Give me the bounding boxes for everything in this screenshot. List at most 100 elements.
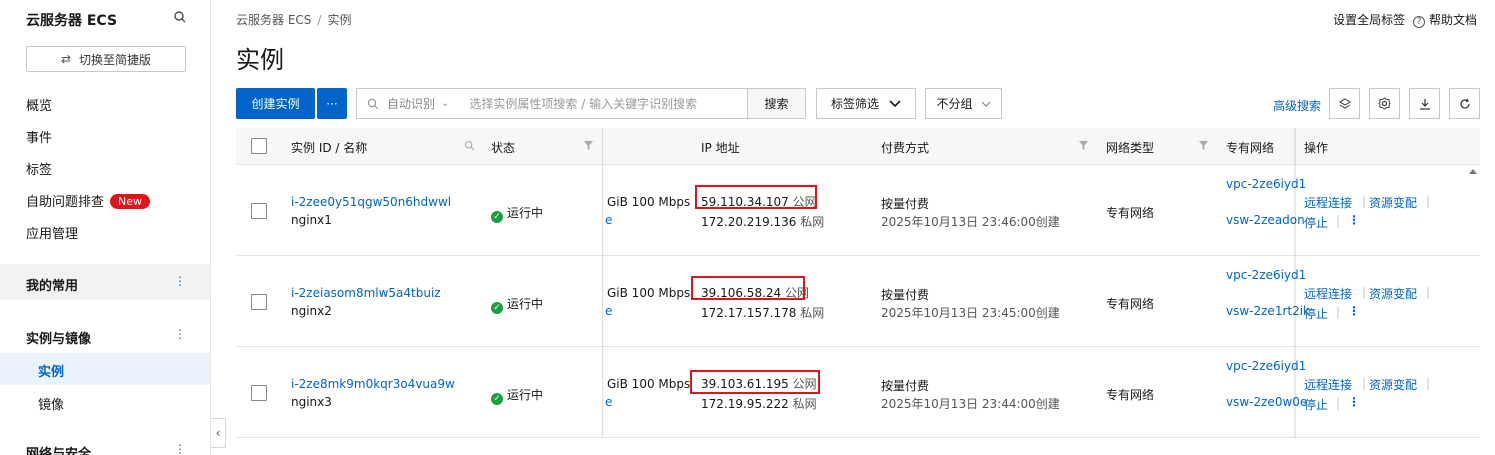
- billing-method: 按量付费: [881, 288, 930, 302]
- more-vertical-icon[interactable]: ⋮: [174, 442, 186, 455]
- advanced-search-link[interactable]: 高级搜索: [1273, 97, 1321, 114]
- created-time: 2025年10月13日 23:46:00创建: [881, 215, 1060, 229]
- filter-icon[interactable]: [1078, 140, 1089, 151]
- sidebar-group-network-security[interactable]: 网络与安全: [26, 443, 91, 455]
- divider: |: [1426, 194, 1431, 208]
- status-text: 运行中: [507, 206, 544, 220]
- global-tags-link[interactable]: 设置全局标签: [1333, 11, 1405, 28]
- status-badge: ✓ 运行中: [491, 295, 543, 314]
- layers-icon: [1338, 97, 1351, 109]
- more-vertical-icon[interactable]: ⋮: [1348, 304, 1360, 318]
- sidebar-title: 云服务器 ECS: [26, 13, 118, 29]
- highlight-box: [690, 370, 820, 394]
- remote-connect-link[interactable]: 远程连接: [1304, 376, 1352, 393]
- remote-connect-link[interactable]: 远程连接: [1304, 194, 1352, 211]
- stop-link[interactable]: 停止: [1304, 214, 1328, 231]
- frozen-column-shadow: [602, 128, 604, 438]
- column-id-name: 实例 ID / 名称: [291, 141, 368, 155]
- sidebar-item-tags[interactable]: 标签: [26, 159, 52, 178]
- search-icon[interactable]: [173, 10, 187, 24]
- network-type: 专有网络: [1106, 388, 1155, 402]
- resource-change-link[interactable]: 资源变配: [1369, 285, 1417, 302]
- search-icon[interactable]: [464, 140, 475, 151]
- stop-link[interactable]: 停止: [1304, 305, 1328, 322]
- search-placeholder: 选择实例属性项搜索 / 输入关键字识别搜索: [469, 97, 698, 111]
- private-ip: 172.20.219.136 私网: [701, 213, 824, 230]
- frozen-column-shadow: [1293, 128, 1296, 438]
- group-by-label: 不分组: [936, 97, 973, 111]
- resource-change-link[interactable]: 资源变配: [1369, 376, 1417, 393]
- column-status: 状态: [491, 141, 516, 155]
- sidebar-item-label: 实例: [38, 365, 65, 380]
- instance-id-link[interactable]: i-2ze8mk9m0kqr3o4vua9w: [291, 377, 455, 391]
- breadcrumb: 云服务器 ECS / 实例: [236, 11, 351, 28]
- row-checkbox[interactable]: [251, 385, 267, 401]
- help-link[interactable]: ? 帮助文档: [1413, 11, 1477, 28]
- spec-text: GiB 100 Mbps: [607, 195, 691, 209]
- more-vertical-icon[interactable]: ⋮: [1348, 395, 1360, 409]
- instance-id-link[interactable]: i-2zee0y51qgw50n6hdwwl: [291, 195, 451, 209]
- spec-link[interactable]: e: [605, 395, 612, 409]
- spec-text: GiB 100 Mbps: [607, 377, 691, 391]
- filter-icon[interactable]: [583, 140, 594, 151]
- refresh-icon: [1459, 98, 1470, 109]
- search-icon: [367, 98, 379, 109]
- divider: |: [1362, 285, 1367, 299]
- instance-id-link[interactable]: i-2zeiasom8mlw5a4tbuiz: [291, 286, 441, 300]
- sidebar-item-app-management[interactable]: 应用管理: [26, 223, 78, 242]
- more-vertical-icon[interactable]: ⋮: [174, 274, 186, 288]
- row-checkbox[interactable]: [251, 203, 267, 219]
- chevron-down-icon: [889, 99, 901, 107]
- spec-link[interactable]: e: [605, 213, 612, 227]
- search-input[interactable]: 自动识别 ⌄ 选择实例属性项搜索 / 输入关键字识别搜索: [356, 88, 748, 119]
- more-vertical-icon[interactable]: ⋮: [174, 327, 186, 341]
- vertical-scrollbar[interactable]: [1466, 165, 1480, 438]
- spec-link[interactable]: e: [605, 304, 612, 318]
- collapse-sidebar-button[interactable]: ‹: [211, 418, 226, 448]
- search-mode-select[interactable]: 自动识别: [387, 95, 435, 112]
- tag-filter-dropdown[interactable]: 标签筛选: [816, 88, 916, 119]
- column-billing: 付费方式: [881, 141, 930, 155]
- sidebar-item-events[interactable]: 事件: [26, 127, 52, 146]
- column-actions: 操作: [1304, 141, 1329, 155]
- filter-icon[interactable]: [1198, 140, 1209, 151]
- sidebar-item-instances[interactable]: 实例: [0, 353, 210, 385]
- more-vertical-icon[interactable]: ⋮: [1348, 213, 1360, 227]
- divider: |: [1426, 376, 1431, 390]
- vswitch-link[interactable]: vsw-2ze1rt2ik: [1226, 304, 1310, 318]
- sidebar-item-label: 自助问题排查: [26, 195, 105, 210]
- sidebar-group-instances-images[interactable]: 实例与镜像: [26, 328, 91, 347]
- select-all-checkbox[interactable]: [251, 138, 267, 154]
- create-instance-button[interactable]: 创建实例: [236, 88, 315, 119]
- spec-text: GiB 100 Mbps: [607, 286, 691, 300]
- download-button[interactable]: [1409, 88, 1440, 119]
- sidebar-item-troubleshoot[interactable]: 自助问题排查 New: [26, 191, 151, 210]
- private-ip-tag: 私网: [800, 215, 825, 229]
- search-button[interactable]: 搜索: [748, 88, 806, 119]
- sidebar-group-favorites[interactable]: 我的常用 ⋮: [0, 264, 210, 300]
- group-label: 我的常用: [26, 279, 79, 294]
- sidebar: 云服务器 ECS ⇄ 切换至简捷版 概览 事件 标签 自助问题排查 New 应用管…: [0, 0, 211, 455]
- switch-simple-button[interactable]: ⇄ 切换至简捷版: [26, 46, 186, 72]
- check-circle-icon: ✓: [491, 393, 503, 405]
- chevron-left-icon: ‹: [215, 426, 221, 440]
- sidebar-item-overview[interactable]: 概览: [26, 95, 52, 114]
- remote-connect-link[interactable]: 远程连接: [1304, 285, 1352, 302]
- more-actions-button[interactable]: ···: [317, 88, 347, 119]
- private-ip: 172.19.95.222 私网: [701, 395, 817, 412]
- layers-button[interactable]: [1329, 88, 1360, 119]
- resource-change-link[interactable]: 资源变配: [1369, 194, 1417, 211]
- group-by-dropdown[interactable]: 不分组: [925, 88, 1002, 119]
- page-title: 实例: [236, 46, 284, 74]
- refresh-button[interactable]: [1449, 88, 1480, 119]
- private-ip-tag: 私网: [792, 397, 817, 411]
- divider: |: [1336, 305, 1341, 319]
- billing-method: 按量付费: [881, 197, 930, 211]
- breadcrumb-root[interactable]: 云服务器 ECS: [236, 13, 311, 27]
- sidebar-item-images[interactable]: 镜像: [38, 394, 64, 413]
- download-icon: [1419, 98, 1430, 110]
- column-network-type: 网络类型: [1106, 141, 1155, 155]
- row-checkbox[interactable]: [251, 294, 267, 310]
- settings-button[interactable]: [1369, 88, 1400, 119]
- stop-link[interactable]: 停止: [1304, 396, 1328, 413]
